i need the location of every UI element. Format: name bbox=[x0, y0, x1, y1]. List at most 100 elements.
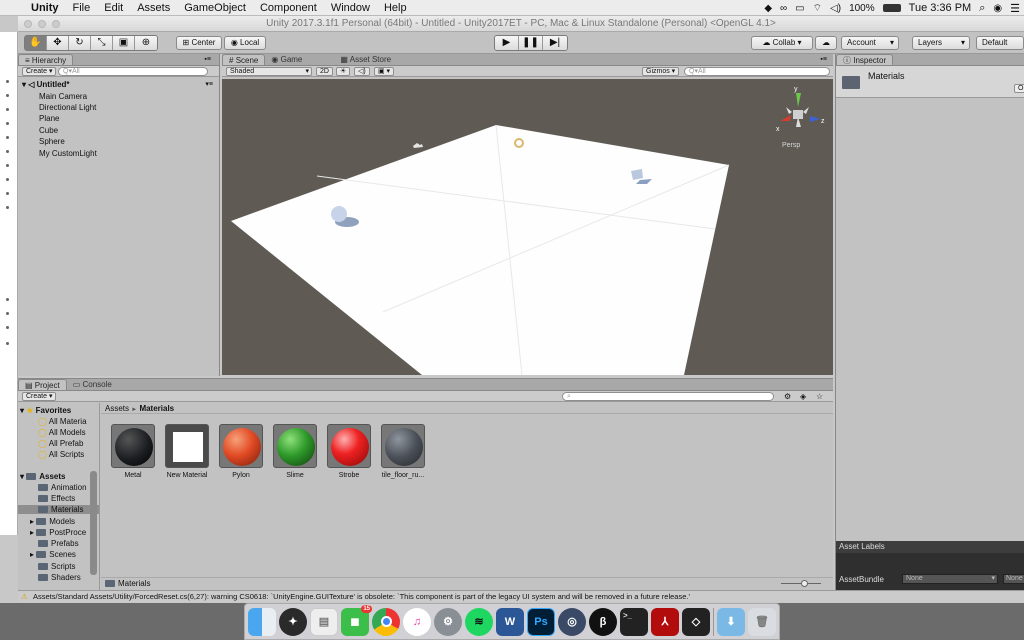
favorites-group[interactable]: ▾ ★ Favorites bbox=[20, 406, 71, 415]
search-by-label-icon[interactable]: ◈ bbox=[800, 392, 806, 401]
rect-tool-icon[interactable]: ▣ bbox=[113, 36, 135, 50]
hierarchy-item-main-camera[interactable]: Main Camera bbox=[39, 92, 87, 101]
toggle-2d-button[interactable]: 2D bbox=[316, 67, 333, 76]
step-icon[interactable]: ▶| bbox=[543, 36, 567, 50]
material-thumbnail[interactable] bbox=[165, 424, 209, 468]
chrome-icon[interactable] bbox=[372, 607, 400, 636]
material-label-new-material[interactable]: New Material bbox=[157, 472, 217, 479]
tab-project[interactable]: ▤ Project bbox=[18, 379, 67, 390]
siri-icon[interactable]: ◉ bbox=[993, 3, 1002, 14]
favorite-all-materials[interactable]: ◯ All Materia bbox=[38, 417, 87, 426]
unity-icon[interactable]: ◇ bbox=[682, 607, 710, 636]
open-button[interactable]: Op bbox=[1014, 84, 1024, 93]
material-thumbnail[interactable] bbox=[381, 424, 425, 468]
battery-icon[interactable] bbox=[882, 4, 901, 12]
panel-menu-icon[interactable]: ▪≡ bbox=[204, 56, 211, 63]
favorite-star-icon[interactable]: ☆ bbox=[816, 392, 823, 401]
hierarchy-item-my-customlight[interactable]: My CustomLight bbox=[39, 149, 97, 158]
terminal-icon[interactable]: >_ bbox=[620, 607, 648, 636]
x-axis-cone[interactable] bbox=[780, 115, 791, 121]
material-thumbnail[interactable] bbox=[327, 424, 371, 468]
scene-root[interactable]: ▾ ◁ Untitled* bbox=[22, 80, 70, 89]
tab-inspector[interactable]: ⓘ Inspector bbox=[836, 54, 894, 65]
folder-postprocessing[interactable]: ▸ PostProce bbox=[30, 528, 86, 537]
project-search-input[interactable]: ⌕ bbox=[562, 392, 774, 401]
zoom-window-icon[interactable] bbox=[52, 20, 60, 28]
menu-window[interactable]: Window bbox=[324, 2, 377, 14]
transform-tool-icon[interactable]: ⊕ bbox=[135, 36, 157, 50]
menu-component[interactable]: Component bbox=[253, 2, 324, 14]
panel-menu-icon[interactable]: ▪≡ bbox=[820, 56, 827, 63]
sphere-object[interactable] bbox=[331, 206, 347, 222]
menu-help[interactable]: Help bbox=[377, 2, 414, 14]
folder-scripts[interactable]: Scripts bbox=[38, 562, 75, 571]
expand-arrow-icon[interactable]: ▸ bbox=[30, 528, 34, 537]
hierarchy-create-button[interactable]: Create ▾ bbox=[22, 67, 57, 76]
expand-arrow-icon[interactable]: ▸ bbox=[30, 517, 34, 526]
folder-models[interactable]: ▸ Models bbox=[30, 517, 75, 526]
close-window-icon[interactable] bbox=[24, 20, 32, 28]
spotlight-search-icon[interactable]: ⌕ bbox=[979, 2, 985, 15]
pivot-center-button[interactable]: ⊞ Center bbox=[176, 36, 222, 50]
favorite-all-scripts[interactable]: ◯ All Scripts bbox=[38, 450, 84, 459]
notes-icon[interactable]: ▤ bbox=[310, 607, 338, 636]
assets-group[interactable]: ▾ Assets bbox=[20, 472, 66, 481]
cloud-button[interactable]: ☁ bbox=[815, 36, 837, 50]
folder-effects[interactable]: Effects bbox=[38, 494, 75, 503]
favorite-all-models[interactable]: ◯ All Models bbox=[38, 428, 86, 437]
finder-icon[interactable] bbox=[248, 607, 276, 636]
folder-prefabs[interactable]: Prefabs bbox=[38, 539, 79, 548]
y-axis-cone[interactable] bbox=[796, 93, 801, 107]
trash-icon[interactable]: 🗑 bbox=[748, 607, 776, 636]
search-by-type-icon[interactable]: ⚙ bbox=[784, 392, 791, 401]
quicktime-icon[interactable]: ◎ bbox=[558, 607, 586, 636]
dropbox-icon[interactable]: ◆ bbox=[764, 3, 772, 14]
layout-dropdown[interactable]: Default bbox=[976, 36, 1024, 50]
pause-icon[interactable]: ❚❚ bbox=[519, 36, 543, 50]
clock[interactable]: Tue 3:36 PM bbox=[909, 2, 972, 14]
asset-variant-dropdown[interactable]: None bbox=[1003, 574, 1024, 584]
folder-shaders[interactable]: Shaders bbox=[38, 573, 81, 582]
scale-tool-icon[interactable]: ⤡ bbox=[91, 36, 113, 50]
tab-hierarchy[interactable]: ≡ Hierarchy bbox=[18, 54, 74, 65]
folder-materials[interactable]: Materials bbox=[18, 505, 99, 514]
folder-animation[interactable]: Animation bbox=[38, 483, 87, 492]
z-axis-cone[interactable] bbox=[810, 116, 820, 122]
scene-viewport[interactable]: y x z Persp bbox=[222, 79, 833, 375]
menu-edit[interactable]: Edit bbox=[97, 2, 130, 14]
scene-lighting-icon[interactable]: ☀ bbox=[336, 67, 351, 76]
hierarchy-item-sphere[interactable]: Sphere bbox=[39, 137, 65, 146]
spotify-icon[interactable]: ≋ bbox=[465, 607, 493, 636]
breadcrumb-materials[interactable]: Materials bbox=[139, 404, 174, 413]
tab-console[interactable]: ▭ Console bbox=[67, 379, 118, 390]
breadcrumb-assets[interactable]: Assets bbox=[105, 404, 129, 413]
word-icon[interactable]: W bbox=[496, 607, 524, 636]
hierarchy-item-cube[interactable]: Cube bbox=[39, 126, 58, 135]
volume-icon[interactable]: ◁) bbox=[830, 3, 841, 14]
material-label-pylon[interactable]: Pylon bbox=[211, 472, 271, 479]
tree-scrollbar[interactable] bbox=[90, 471, 97, 575]
material-thumbnail[interactable] bbox=[111, 424, 155, 468]
facetime-icon[interactable]: ◼ 15 bbox=[341, 604, 372, 636]
airplay-icon[interactable]: ▭ bbox=[795, 3, 804, 14]
folder-scenes[interactable]: ▸ Scenes bbox=[30, 550, 76, 559]
project-create-button[interactable]: Create ▾ bbox=[22, 392, 57, 401]
icon-size-slider-handle[interactable] bbox=[801, 580, 808, 587]
expand-arrow-icon[interactable]: ▸ bbox=[30, 550, 34, 559]
expand-arrow-icon[interactable]: ▾ bbox=[22, 80, 26, 89]
material-thumbnail[interactable] bbox=[219, 424, 263, 468]
favorite-all-prefabs[interactable]: ◯ All Prefab bbox=[38, 439, 83, 448]
shading-mode-dropdown[interactable]: Shaded ▾ bbox=[226, 67, 312, 76]
menu-assets[interactable]: Assets bbox=[130, 2, 177, 14]
pycharm-icon[interactable]: β bbox=[589, 607, 617, 636]
neg-x-cone[interactable] bbox=[803, 107, 809, 114]
system-preferences-icon[interactable]: ⚙ bbox=[434, 607, 462, 636]
downloads-folder-icon[interactable]: ⬇ bbox=[717, 607, 745, 636]
material-label-tile-floor[interactable]: tile_floor_ru... bbox=[373, 472, 433, 479]
move-tool-icon[interactable]: ✥ bbox=[47, 36, 69, 50]
scene-orientation-gizmo[interactable]: y x z Persp bbox=[772, 85, 828, 151]
rotate-tool-icon[interactable]: ↻ bbox=[69, 36, 91, 50]
gizmo-center[interactable] bbox=[793, 110, 803, 119]
scene-search-input[interactable]: Q▾All bbox=[684, 67, 830, 76]
hierarchy-item-directional-light[interactable]: Directional Light bbox=[39, 103, 96, 112]
